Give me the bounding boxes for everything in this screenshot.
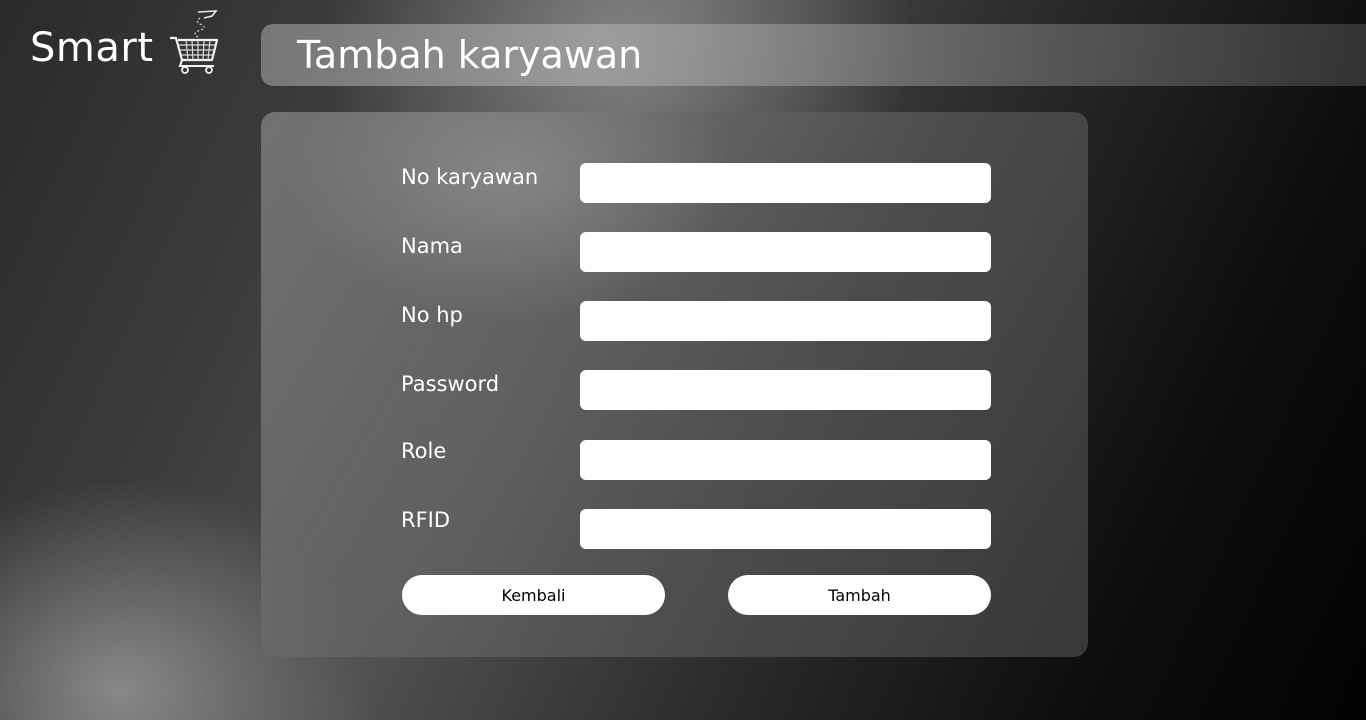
field-row-phone: No hp [401, 301, 991, 341]
employee-number-label: No karyawan [401, 165, 539, 189]
role-label: Role [401, 439, 447, 463]
add-employee-form: No karyawan Nama No hp Password Role RFI… [261, 112, 1088, 657]
page-title: Tambah karyawan [297, 33, 643, 77]
field-row-employee-number: No karyawan [401, 163, 991, 203]
add-button[interactable]: Tambah [728, 575, 991, 615]
name-label: Nama [401, 234, 463, 258]
rfid-input[interactable] [580, 509, 991, 549]
employee-number-input[interactable] [580, 163, 991, 203]
field-row-role: Role [401, 439, 991, 480]
shopping-cart-icon [169, 10, 218, 74]
rfid-label: RFID [401, 508, 451, 532]
brand-logo: Smart [30, 10, 222, 84]
role-input[interactable] [580, 440, 991, 480]
phone-input[interactable] [580, 301, 991, 341]
field-row-name: Nama [401, 232, 991, 272]
brand-name: Smart [30, 25, 154, 71]
field-row-password: Password [401, 370, 991, 410]
password-input[interactable] [580, 370, 991, 410]
header-bar: Tambah karyawan [261, 24, 1366, 86]
password-label: Password [401, 372, 500, 396]
name-input[interactable] [580, 232, 991, 272]
phone-label: No hp [401, 303, 463, 327]
back-button[interactable]: Kembali [402, 575, 665, 615]
field-row-rfid: RFID [401, 508, 991, 549]
